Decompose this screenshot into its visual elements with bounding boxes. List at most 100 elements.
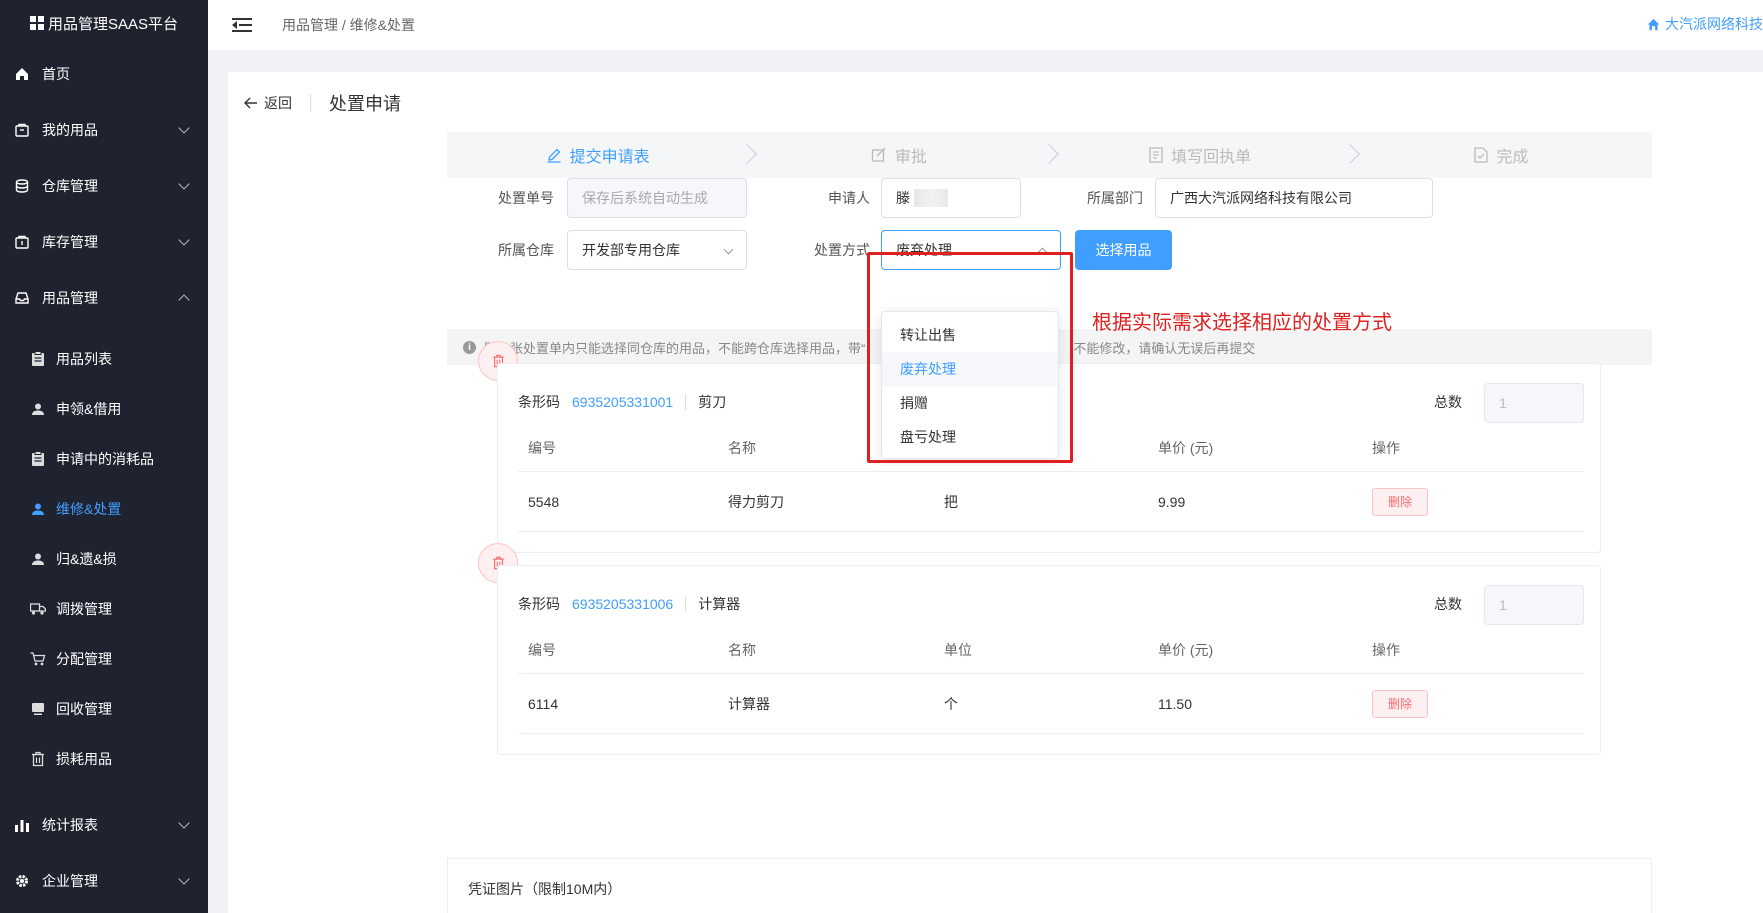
- select-supplies-button[interactable]: 选择用品: [1075, 230, 1172, 270]
- delete-button[interactable]: 删除: [1372, 487, 1428, 516]
- column-header: 操作: [1372, 439, 1400, 456]
- progress-steps: 提交申请表 审批 填写回执单 完成: [447, 132, 1652, 178]
- cell-name: 得力剪刀: [728, 493, 784, 510]
- step-label: 完成: [1496, 149, 1529, 166]
- chevron-up-icon: [178, 294, 190, 306]
- barcode-label: 条形码: [518, 394, 560, 410]
- sidebar-item-home[interactable]: 首页: [0, 46, 208, 102]
- item-card: 条形码 6935205331006 计算器 总数 1 编号 名称 单位 单价 (…: [497, 565, 1601, 755]
- sidebar-subitem-supply-list[interactable]: 用品列表: [0, 334, 208, 384]
- sidebar-item-enterprise[interactable]: 企业管理: [0, 853, 208, 909]
- notice-text-1: 同一张处置单内只能选择同仓库的用品，不能跨仓库选择用品，带“: [484, 340, 866, 356]
- cell-id: 5548: [528, 493, 560, 510]
- sidebar-subitem-recycle[interactable]: 回收管理: [0, 684, 208, 734]
- main-card: 返回 处置申请 提交申请表 审批 填写回执单 完成 处置单号 保存后系统自动生成…: [228, 72, 1763, 913]
- applicant-value: 滕: [896, 190, 910, 206]
- cell-unit: 个: [944, 695, 958, 712]
- total-input: 1: [1484, 383, 1584, 423]
- sidebar-item-warehouse[interactable]: 仓库管理: [0, 158, 208, 214]
- warehouse-select[interactable]: 开发部专用仓库: [567, 230, 747, 270]
- warehouse-value: 开发部专用仓库: [582, 242, 680, 258]
- total-input: 1: [1484, 585, 1584, 625]
- sidebar-subitem-label: 分配管理: [56, 651, 112, 667]
- sidebar-subitem-repair-disposal[interactable]: 维修&处置: [0, 484, 208, 534]
- column-header: 单位: [944, 641, 972, 658]
- inbox-icon: [14, 290, 30, 306]
- sidebar-item-inventory[interactable]: 库存管理: [0, 214, 208, 270]
- chevron-down-icon: [178, 178, 190, 190]
- sidebar-item-reports[interactable]: 统计报表: [0, 797, 208, 853]
- redacted-mask: [914, 189, 948, 207]
- department-value: 广西大汽派网络科技有限公司: [1170, 190, 1352, 206]
- divider: [685, 394, 687, 410]
- step-complete: 完成: [1351, 132, 1652, 178]
- barcode-value[interactable]: 6935205331006: [572, 596, 673, 612]
- page-title: 处置申请: [329, 94, 401, 114]
- total-value: 1: [1499, 395, 1507, 411]
- clipboard-icon: [30, 351, 46, 367]
- column-header: 单价 (元): [1158, 641, 1214, 658]
- box-icon: [14, 234, 30, 250]
- column-header: 编号: [528, 439, 556, 456]
- company-link[interactable]: 大汽派网络科技: [1647, 14, 1763, 34]
- cell-action: 删除: [1362, 487, 1584, 516]
- sidebar-item-supplies-management[interactable]: 用品管理: [0, 270, 208, 326]
- breadcrumb: 用品管理 / 维修&处置: [282, 17, 416, 33]
- cell-unit: 把: [944, 493, 958, 510]
- sidebar-subitem-label: 调拨管理: [56, 601, 112, 617]
- sidebar-subitem-allocation[interactable]: 分配管理: [0, 634, 208, 684]
- divider: [685, 596, 687, 612]
- sidebar-item-my-supplies[interactable]: 我的用品: [0, 102, 208, 158]
- annotation-text: 根据实际需求选择相应的处置方式: [1092, 312, 1392, 334]
- menu-toggle-icon[interactable]: [232, 17, 252, 33]
- sidebar-subitem-label: 申领&借用: [56, 401, 122, 417]
- sidebar-subitem-label: 归&遗&损: [56, 551, 117, 567]
- clipboard-icon: [30, 451, 46, 467]
- applicant-input[interactable]: 滕: [881, 178, 1021, 218]
- voucher-section: 凭证图片（限制10M内）: [447, 858, 1652, 913]
- sidebar-subitem-loss-supplies[interactable]: 损耗用品: [0, 734, 208, 784]
- sidebar-subitem-label: 损耗用品: [56, 751, 112, 767]
- step-submit: 提交申请表: [447, 132, 758, 178]
- home-icon: [14, 66, 30, 82]
- chevron-down-icon: [178, 817, 190, 829]
- total-label: 总数: [1434, 394, 1462, 410]
- annotation-highlight-box: [867, 252, 1073, 463]
- sidebar: 用品管理SAAS平台 首页 我的用品 仓库管理 库存管理 用品管理 用品列表 申…: [0, 0, 208, 913]
- barcode-value[interactable]: 6935205331001: [572, 394, 673, 410]
- total-value: 1: [1499, 597, 1507, 613]
- column-header: 单价 (元): [1158, 439, 1214, 456]
- sidebar-subitem-pending-consumables[interactable]: 申请中的消耗品: [0, 434, 208, 484]
- app-logo: 用品管理SAAS平台: [0, 0, 208, 46]
- column-header: 操作: [1372, 641, 1400, 658]
- delete-button[interactable]: 删除: [1372, 689, 1428, 718]
- cell-name: 计算器: [728, 695, 770, 712]
- back-label: 返回: [264, 95, 292, 111]
- table-row: 6114 计算器 个 11.50 删除: [518, 674, 1584, 734]
- sidebar-subitem-transfer[interactable]: 调拨管理: [0, 584, 208, 634]
- sidebar-subitem-label: 用品列表: [56, 351, 112, 367]
- user-icon: [30, 551, 46, 567]
- sidebar-subitem-label: 维修&处置: [56, 501, 122, 517]
- notice-text-2: 不能修改，请确认无误后再提交: [1073, 340, 1256, 356]
- step-label: 填写回执单: [1171, 149, 1252, 166]
- order-no-label: 处置单号: [498, 190, 554, 206]
- warehouse-label: 所属仓库: [498, 242, 554, 258]
- sidebar-subitem-return-lost-damaged[interactable]: 归&遗&损: [0, 534, 208, 584]
- step-label: 提交申请表: [569, 149, 650, 166]
- column-header: 编号: [528, 641, 556, 658]
- chevron-down-icon: [723, 244, 734, 255]
- item-barcode-row: 条形码 6935205331006 计算器: [518, 594, 740, 614]
- sidebar-item-label: 我的用品: [42, 122, 98, 138]
- chevron-down-icon: [178, 873, 190, 885]
- company-name: 大汽派网络科技: [1665, 16, 1763, 32]
- sidebar-subitem-label: 申请中的消耗品: [56, 451, 154, 467]
- cell-price: 11.50: [1158, 695, 1192, 712]
- step-receipt: 填写回执单: [1050, 132, 1360, 178]
- back-button[interactable]: 返回: [244, 93, 292, 113]
- department-input[interactable]: 广西大汽派网络科技有限公司: [1155, 178, 1433, 218]
- table-header: 编号 名称 单位 单价 (元) 操作: [518, 626, 1584, 674]
- item-table: 编号 名称 单位 单价 (元) 操作 6114 计算器 个 11.50 删除: [518, 626, 1584, 734]
- item-barcode-row: 条形码 6935205331001 剪刀: [518, 392, 726, 412]
- sidebar-subitem-claim-borrow[interactable]: 申领&借用: [0, 384, 208, 434]
